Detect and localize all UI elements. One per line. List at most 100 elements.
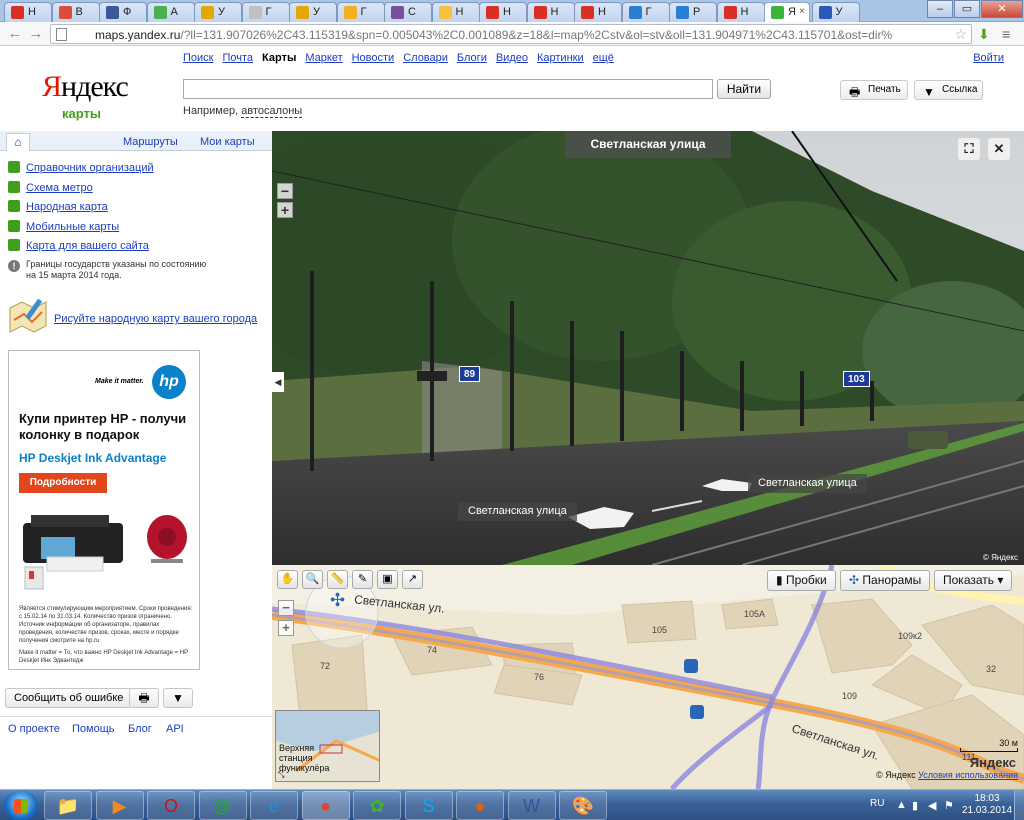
wrench-icon[interactable]: ≡ [1002,26,1010,42]
taskbar-agent-icon[interactable]: @ [198,791,247,820]
browser-tab[interactable]: Г [241,2,290,22]
network-icon[interactable]: ▮ [912,799,918,812]
report-error-button[interactable]: Сообщить об ошибке [5,688,133,708]
tab-routes[interactable]: Маршруты [123,136,178,148]
browser-tab[interactable]: У [811,2,860,22]
link-small-button[interactable]: ▼ [163,688,193,708]
close-window-button[interactable]: ✕ [981,0,1023,18]
fullscreen-button[interactable]: ⛶ [958,138,980,160]
house-number-89[interactable]: 89 [459,366,481,382]
minimap-expand-icon[interactable]: ⤡ [278,770,284,780]
browser-tab[interactable]: Н [479,2,527,22]
footer-link[interactable]: О проекте [8,723,60,735]
browser-tab[interactable]: Н [4,2,52,22]
link-button[interactable]: ▼ Ссылка [914,80,983,100]
start-button[interactable] [4,791,38,820]
map-view[interactable]: ✋ 🔍 📏 ✎ ▣ ↗ ▮ Пробки ✣ Панорамы Показать ▾ − … [272,565,1024,789]
browser-tab[interactable]: Н [526,2,575,22]
left-menu-label[interactable]: Мобильные карты [26,221,119,233]
service-link[interactable]: Словари [403,52,448,64]
service-link[interactable]: Поиск [183,52,213,64]
close-tab-icon[interactable]: × [799,6,805,17]
map-zoom-out-button[interactable]: − [278,600,294,616]
close-panorama-button[interactable]: ✕ [988,138,1010,160]
service-link[interactable]: Блоги [457,52,487,64]
terms-of-use-link[interactable]: Условия использования [918,770,1018,780]
panorama-zoom-in-button[interactable]: + [277,202,293,218]
browser-tab[interactable]: Р [669,2,717,22]
left-menu-item[interactable]: Схема метро [8,180,93,194]
taskbar-firefox-icon[interactable]: ● [456,791,504,820]
street-label-backward[interactable]: Светланская улица [458,502,577,521]
maximize-button[interactable]: ▭ [954,0,980,18]
back-button[interactable]: ← [6,25,24,43]
browser-tab[interactable]: Н [716,2,765,22]
panoramas-button[interactable]: ✣ Панорамы [840,570,931,591]
cursor-tool-icon[interactable]: ↗ [402,570,423,589]
browser-tab[interactable]: У [289,2,337,22]
service-link[interactable]: Маркет [305,52,342,64]
login-link[interactable]: Войти [973,52,1004,64]
overview-minimap[interactable]: Верхняя станция фуникулёра ⤡ [275,710,380,782]
print-button[interactable]: 🖶 Печать [840,80,908,100]
left-menu-label[interactable]: Схема метро [26,182,93,194]
magnifier-tool-icon[interactable]: 🔍 [302,570,323,589]
street-panorama[interactable]: Светланская улица ⛶ ✕ − + 89 103 Светлан… [272,131,1024,565]
show-desktop-button[interactable] [1014,790,1024,820]
hp-advertisement[interactable]: Make it matter. hp Купи принтер HP - пол… [8,350,200,670]
backward-arrow-icon[interactable] [568,507,638,529]
browser-tab[interactable]: Н [431,2,480,22]
minimize-button[interactable]: – [927,0,953,18]
show-layers-button[interactable]: Показать ▾ [934,570,1013,591]
taskbar-paint-icon[interactable]: 🎨 [559,791,607,820]
taskbar-icq-icon[interactable]: ✿ [353,791,401,820]
left-menu-label[interactable]: Карта для вашего сайта [26,240,149,252]
language-indicator[interactable]: RU [870,798,884,809]
forward-button[interactable]: → [27,25,45,43]
left-menu-item[interactable]: Карта для вашего сайта [8,239,149,252]
tray-arrow-icon[interactable]: ▲ [896,799,907,811]
speaker-icon[interactable]: ◀ [928,799,936,812]
people-map-promo-link[interactable]: Рисуйте народную карту вашего города [54,313,257,325]
example-link[interactable]: автосалоны [241,105,303,118]
traffic-button[interactable]: ▮ Пробки [767,570,836,591]
collapse-panel-button[interactable]: ◀ [272,372,284,392]
footer-link[interactable]: API [166,723,184,735]
footer-link[interactable]: Блог [128,723,152,735]
left-menu-item[interactable]: Мобильные карты [8,219,119,233]
footer-link[interactable]: Помощь [72,723,115,735]
browser-tab[interactable]: Ф [99,2,147,22]
tab-my-maps[interactable]: Мои карты [200,136,255,148]
taskbar-ie-icon[interactable]: e [250,791,298,820]
service-link[interactable]: Почта [222,52,253,64]
left-menu-label[interactable]: Народная карта [26,201,108,213]
browser-tab[interactable]: Н [574,2,622,22]
clock[interactable]: 18:03 21.03.2014 [962,793,1012,817]
left-menu-item[interactable]: Народная карта [8,200,108,213]
left-menu-label[interactable]: Справочник организаций [26,162,154,174]
street-label-forward[interactable]: Светланская улица [748,474,867,493]
bookmark-star-icon[interactable]: ☆ [954,26,967,43]
browser-tab[interactable]: А [146,2,195,22]
panorama-tool-icon[interactable]: ▣ [377,570,398,589]
address-bar[interactable]: maps.yandex.ru/?ll=131.907026%2C43.11531… [50,24,972,44]
route-tool-icon[interactable]: ✎ [352,570,373,589]
browser-tab[interactable]: Г [336,2,385,22]
taskbar-explorer-icon[interactable]: 📁 [44,791,92,820]
forward-arrow-icon[interactable] [702,479,752,493]
map-zoom-in-button[interactable]: + [278,620,294,636]
browser-tab[interactable]: Я × [764,2,810,23]
service-link[interactable]: Видео [496,52,528,64]
browser-tab[interactable]: У [194,2,242,22]
action-center-icon[interactable]: ⚑ [944,799,954,812]
left-menu-item[interactable]: Справочник организаций [8,161,154,174]
download-arrow-icon[interactable]: ⬇ [978,26,990,42]
hand-tool-icon[interactable]: ✋ [277,570,298,589]
browser-tab[interactable]: С [384,2,432,22]
ad-details-button[interactable]: Подробности [19,473,107,493]
find-button[interactable]: Найти [717,79,771,99]
home-tab-icon[interactable]: ⌂ [6,133,30,151]
taskbar-chrome-icon[interactable]: ● [301,791,350,820]
browser-tab[interactable]: Г [621,2,670,22]
search-input[interactable] [183,79,713,99]
